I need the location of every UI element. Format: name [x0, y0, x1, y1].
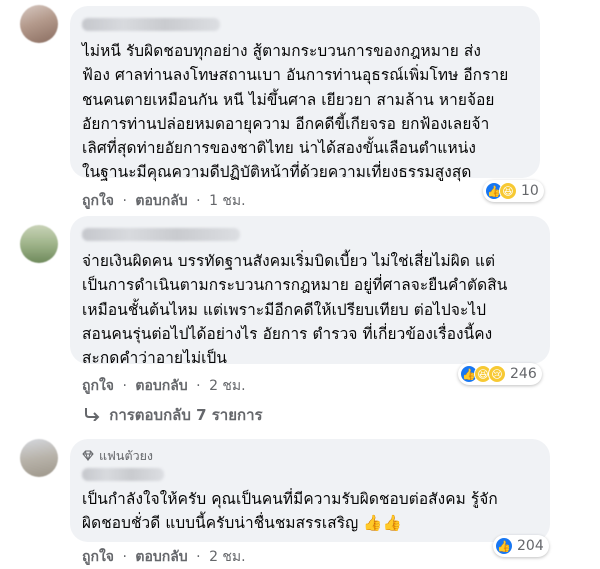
- comment-line: ไม่หนี รับผิดชอบทุกอย่าง สู้ตามกระบวนการ…: [82, 42, 481, 60]
- comment-line: เลิศที่สุดท่ายอัยการของชาติไทย น่าได้สอง…: [82, 139, 476, 158]
- separator-dot: ·: [196, 549, 201, 565]
- like-button[interactable]: ถูกใจ: [82, 193, 114, 209]
- avatar[interactable]: [20, 225, 58, 263]
- comment-text: เป็นกำลังใจให้ครับ คุณเป็นคนที่มีความรับ…: [82, 487, 538, 536]
- comment-line: ในฐานะมีคุณความดีปฏิบัติหน้าที่ด้วยความเ…: [82, 163, 472, 182]
- comment-line: ชนคนตายเหมือนกัน หนี ไม่ขึ้นศาล เยียวยา …: [82, 90, 495, 109]
- like-icon: 👍: [495, 537, 513, 555]
- reaction-count: 246: [510, 366, 537, 382]
- separator-dot: ·: [196, 378, 201, 394]
- badge-label: แฟนตัวยง: [99, 448, 154, 463]
- comment-line: เป็นกำลังใจให้ครับ คุณเป็นคนที่มีความรับ…: [82, 490, 498, 508]
- comment-line: เป็นการดำเนินตามกระบวนการกฎหมาย อยู่ที่ศ…: [82, 276, 508, 295]
- commenter-name-blurred[interactable]: [82, 468, 164, 481]
- reaction-summary[interactable]: 👍 😆 10: [483, 180, 544, 202]
- comment-bubble: จ่ายเงินผิดคน บรรทัดฐานสังคมเริ่มบิดเบี้…: [70, 216, 550, 367]
- comment-text: จ่ายเงินผิดคน บรรทัดฐานสังคมเริ่มบิดเบี้…: [82, 249, 538, 370]
- separator-dot: ·: [196, 193, 201, 209]
- separator-dot: ·: [122, 549, 127, 565]
- like-button[interactable]: ถูกใจ: [82, 378, 114, 394]
- avatar[interactable]: [20, 439, 58, 477]
- reaction-count: 204: [517, 538, 544, 554]
- commenter-name-blurred[interactable]: [82, 228, 240, 241]
- comment-line: ฟ้อง ศาลท่านลงโทษสถานเบา อันการท่านอุธรณ…: [82, 66, 509, 85]
- timestamp[interactable]: 2 ชม.: [209, 378, 246, 394]
- comment-line: อัยการท่านปล่อยหมดอายุความ อีกคดีขี้เกีย…: [82, 114, 490, 133]
- comment-line: ผิดชอบชั่วดี แบบนี้ครับน่าชื่นชมสรรเสริญ…: [82, 514, 402, 533]
- comment-bubble: ไม่หนี รับผิดชอบทุกอย่าง สู้ตามกระบวนการ…: [70, 6, 540, 181]
- comment-line: จ่ายเงินผิดคน บรรทัดฐานสังคมเริ่มบิดเบี้…: [82, 252, 496, 270]
- avatar[interactable]: [20, 5, 58, 43]
- reply-button[interactable]: ตอบกลับ: [135, 378, 187, 394]
- comment-line: เหมือนชั้นต้นไหม แต่เพราะมีอีกคดีให้เปรี…: [82, 300, 487, 319]
- diamond-icon: [82, 449, 94, 464]
- reaction-summary[interactable]: 👍 204: [493, 535, 549, 557]
- comment-text: ไม่หนี รับผิดชอบทุกอย่าง สู้ตามกระบวนการ…: [82, 39, 528, 185]
- haha-icon: 😆: [499, 182, 517, 200]
- separator-dot: ·: [122, 378, 127, 394]
- comment-actions: ถูกใจ · ตอบกลับ · 2 ชม.: [82, 375, 246, 397]
- timestamp[interactable]: 1 ชม.: [209, 193, 246, 209]
- view-replies-label: การตอบกลับ 7 รายการ: [109, 406, 263, 424]
- reaction-count: 10: [521, 183, 539, 199]
- commenter-name-blurred[interactable]: [82, 18, 220, 31]
- separator-dot: ·: [122, 193, 127, 209]
- view-replies-link[interactable]: การตอบกลับ 7 รายการ: [84, 403, 263, 427]
- reply-button[interactable]: ตอบกลับ: [135, 549, 187, 565]
- comment-bubble: แฟนตัวยง เป็นกำลังใจให้ครับ คุณเป็นคนที่…: [70, 439, 550, 542]
- reply-button[interactable]: ตอบกลับ: [135, 193, 187, 209]
- reaction-summary[interactable]: 👍 😆 😢 246: [458, 363, 542, 385]
- comment-line: สอนคนรุ่นต่อไปได้อย่างไร อัยการ ตำรวจ ที…: [82, 324, 493, 343]
- timestamp[interactable]: 2 ชม.: [209, 549, 246, 565]
- top-fan-badge: แฟนตัวยง: [82, 446, 538, 466]
- sad-icon: 😢: [488, 365, 506, 383]
- reply-arrow-icon: [84, 406, 109, 424]
- comment-actions: ถูกใจ · ตอบกลับ · 1 ชม.: [82, 190, 246, 212]
- comment-actions: ถูกใจ · ตอบกลับ · 2 ชม.: [82, 546, 246, 568]
- like-button[interactable]: ถูกใจ: [82, 549, 114, 565]
